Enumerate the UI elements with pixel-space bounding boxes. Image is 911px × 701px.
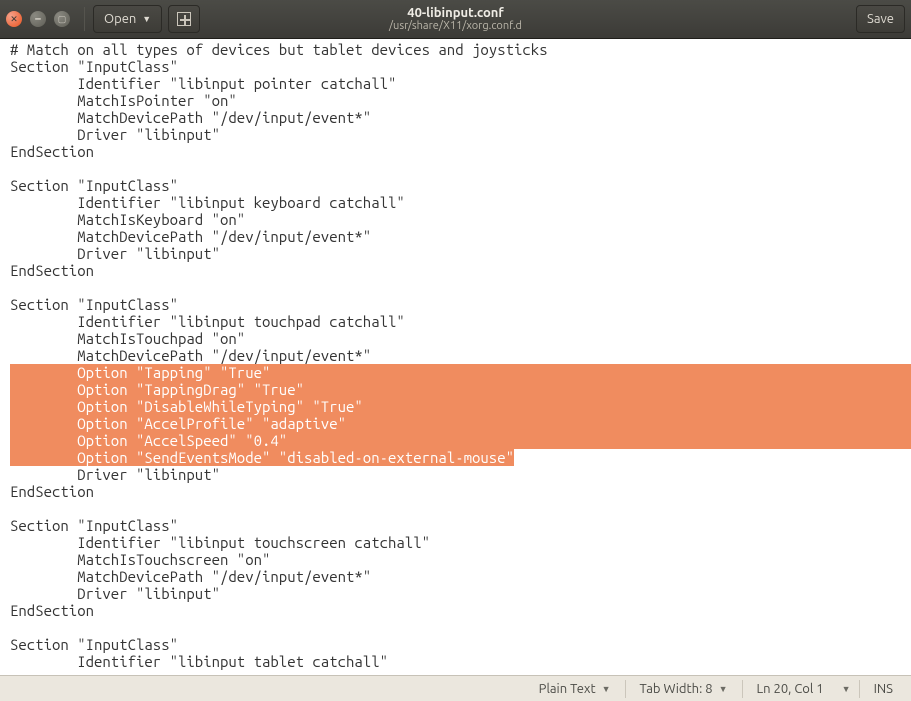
statusbar-separator [625,680,626,698]
insert-mode-toggle[interactable]: INS [864,682,903,696]
editor-line: Section "InputClass" [10,636,911,653]
editor-line: MatchDevicePath "/dev/input/event*" [10,568,911,585]
editor-line: Section "InputClass" [10,517,911,534]
new-tab-icon [177,12,191,26]
editor-line: Option "Tapping" "True" [10,364,911,381]
maximize-icon: ▢ [58,14,67,25]
editor-line [10,619,911,636]
syntax-label: Plain Text [539,682,596,696]
window-controls: ✕ ━ ▢ [6,11,70,27]
window-close-button[interactable]: ✕ [6,11,22,27]
window-maximize-button[interactable]: ▢ [54,11,70,27]
text-editor[interactable]: # Match on all types of devices but tabl… [0,38,911,675]
editor-line: # Match on all types of devices but tabl… [10,41,911,58]
titlebar: ✕ ━ ▢ Open ▼ 40-libinput.conf /usr/share… [0,0,911,38]
cursor-position[interactable]: Ln 20, Col 1 [747,682,834,696]
editor-line: MatchDevicePath "/dev/input/event*" [10,228,911,245]
editor-line: EndSection [10,262,911,279]
line-col-menu[interactable]: ▼ [838,684,855,694]
toolbar-separator [84,7,85,31]
tab-width-selector[interactable]: Tab Width: 8 ▼ [630,682,738,696]
tab-width-label: Tab Width: 8 [640,682,713,696]
editor-line: MatchDevicePath "/dev/input/event*" [10,347,911,364]
editor-line: MatchIsTouchpad "on" [10,330,911,347]
editor-line: Driver "libinput" [10,126,911,143]
editor-line: Identifier "libinput pointer catchall" [10,75,911,92]
editor-line: MatchDevicePath "/dev/input/event*" [10,109,911,126]
editor-line: Driver "libinput" [10,466,911,483]
chevron-down-icon: ▼ [602,684,611,694]
editor-line: Option "TappingDrag" "True" [10,381,911,398]
editor-line: EndSection [10,602,911,619]
editor-line [10,279,911,296]
cursor-position-label: Ln 20, Col 1 [757,682,824,696]
editor-line: MatchIsKeyboard "on" [10,211,911,228]
editor-line: Identifier "libinput touchpad catchall" [10,313,911,330]
save-button[interactable]: Save [856,5,905,33]
open-button-label: Open [104,12,136,26]
editor-line: EndSection [10,483,911,500]
editor-line: Driver "libinput" [10,585,911,602]
editor-line: Identifier "libinput tablet catchall" [10,653,911,670]
editor-line [10,160,911,177]
editor-line: Identifier "libinput keyboard catchall" [10,194,911,211]
minimize-icon: ━ [35,14,40,25]
new-tab-button[interactable] [168,5,200,33]
editor-line: MatchIsPointer "on" [10,92,911,109]
chevron-down-icon: ▼ [719,684,728,694]
editor-line: Option "SendEventsMode" "disabled-on-ext… [10,449,514,466]
insert-mode-label: INS [874,682,893,696]
editor-line: Option "AccelProfile" "adaptive" [10,415,911,432]
statusbar-separator [859,680,860,698]
editor-line: Identifier "libinput touchscreen catchal… [10,534,911,551]
editor-line: Section "InputClass" [10,58,911,75]
chevron-down-icon: ▼ [842,684,851,694]
editor-line: MatchIsTouchscreen "on" [10,551,911,568]
editor-line [10,500,911,517]
editor-line: Section "InputClass" [10,177,911,194]
editor-line: EndSection [10,143,911,160]
editor-line: Option "AccelSpeed" "0.4" [10,432,911,449]
statusbar: Plain Text ▼ Tab Width: 8 ▼ Ln 20, Col 1… [0,675,911,701]
save-button-label: Save [867,12,894,26]
open-button[interactable]: Open ▼ [93,5,162,33]
window-minimize-button[interactable]: ━ [30,11,46,27]
chevron-down-icon: ▼ [142,14,151,24]
close-icon: ✕ [10,14,18,25]
editor-line: Option "DisableWhileTyping" "True" [10,398,911,415]
syntax-selector[interactable]: Plain Text ▼ [529,682,621,696]
statusbar-separator [742,680,743,698]
editor-line: Section "InputClass" [10,296,911,313]
editor-line: Driver "libinput" [10,245,911,262]
